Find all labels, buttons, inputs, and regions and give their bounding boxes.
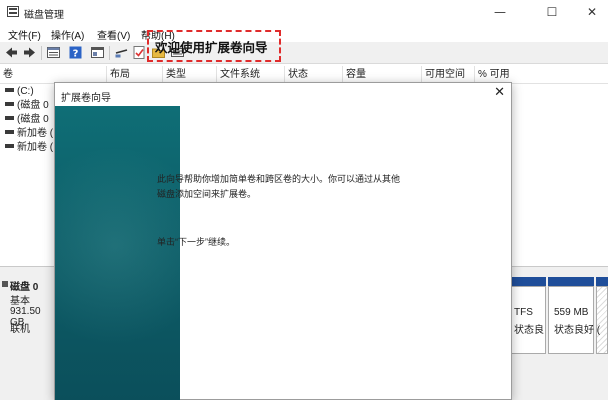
volume-icon: [5, 116, 14, 120]
volume-name: 新加卷 (: [17, 128, 54, 139]
volume-row[interactable]: (磁盘 0: [0, 113, 49, 127]
toolbar: ?: [0, 42, 608, 64]
volume-row[interactable]: 新加卷 (: [0, 127, 53, 141]
menu-action[interactable]: 操作(A): [51, 27, 84, 42]
volume-name: 新加卷 (: [17, 142, 54, 153]
partition-block[interactable]: [596, 286, 608, 354]
volume-row[interactable]: (磁盘 0: [0, 99, 49, 113]
wizard-side-banner: [55, 106, 180, 400]
partition-status: 状态良好 (: [554, 325, 601, 336]
title-bar: 磁盘管理 — ☐ ✕: [0, 0, 608, 24]
disk-status: 联机: [10, 324, 30, 335]
properties-icon[interactable]: [90, 45, 105, 60]
volume-icon: [5, 130, 14, 134]
toolbar-separator: [41, 46, 42, 60]
svg-text:?: ?: [73, 49, 79, 60]
partition-header-strip: [512, 277, 546, 286]
partition-block[interactable]: [548, 286, 594, 354]
dialog-close-button[interactable]: ✕: [494, 85, 505, 100]
disk-0-label[interactable]: 磁盘 0 基本 931.50 GB 联机: [0, 276, 56, 400]
forward-arrow-icon[interactable]: [22, 45, 37, 60]
disk-name: 磁盘 0: [10, 282, 39, 293]
volume-row[interactable]: 新加卷 (: [0, 141, 53, 155]
partition-size: 559 MB: [554, 307, 589, 318]
partition-block[interactable]: [512, 286, 546, 354]
volume-icon: [5, 102, 14, 106]
volume-icon: [5, 88, 14, 92]
partition-header-strip: [548, 277, 594, 286]
help-icon[interactable]: ?: [68, 45, 83, 60]
dialog-title: 扩展卷向导: [61, 93, 111, 104]
partition-status: 状态良: [514, 325, 544, 336]
partition-header-strip: [596, 277, 608, 286]
close-button[interactable]: ✕: [574, 0, 608, 24]
wizard-description-line2: 磁盘添加空间来扩展卷。: [157, 189, 257, 199]
back-arrow-icon[interactable]: [4, 45, 19, 60]
wizard-next-hint: 单击“下一步”继续。: [157, 237, 235, 247]
wizard-heading: 欢迎使用扩展卷向导: [155, 40, 268, 55]
menu-view[interactable]: 查看(V): [97, 27, 130, 42]
disk-icon: [2, 281, 8, 287]
window-title: 磁盘管理: [24, 10, 64, 21]
connect-icon[interactable]: [114, 45, 129, 60]
volume-name: (磁盘 0: [17, 114, 49, 125]
maximize-button[interactable]: ☐: [534, 0, 570, 24]
minimize-button[interactable]: —: [482, 0, 518, 24]
menu-file[interactable]: 文件(F): [8, 27, 41, 42]
volume-icon: [5, 144, 14, 148]
menu-bar: 文件(F) 操作(A) 查看(V) 帮助(H): [0, 24, 608, 42]
disk-management-app-icon: [7, 6, 19, 17]
volume-name: (C:): [17, 86, 34, 97]
partition-filesystem: TFS: [514, 307, 533, 318]
checkmark-icon[interactable]: [132, 45, 147, 60]
disk-type: 基本: [10, 296, 30, 307]
volume-name: (磁盘 0: [17, 100, 49, 111]
toolbar-separator: [109, 46, 110, 60]
wizard-description-line1: 此向导帮助你增加简单卷和跨区卷的大小。你可以通过从其他: [157, 174, 401, 184]
volume-row[interactable]: (C:): [0, 85, 34, 99]
disk-list-icon[interactable]: [46, 45, 61, 60]
